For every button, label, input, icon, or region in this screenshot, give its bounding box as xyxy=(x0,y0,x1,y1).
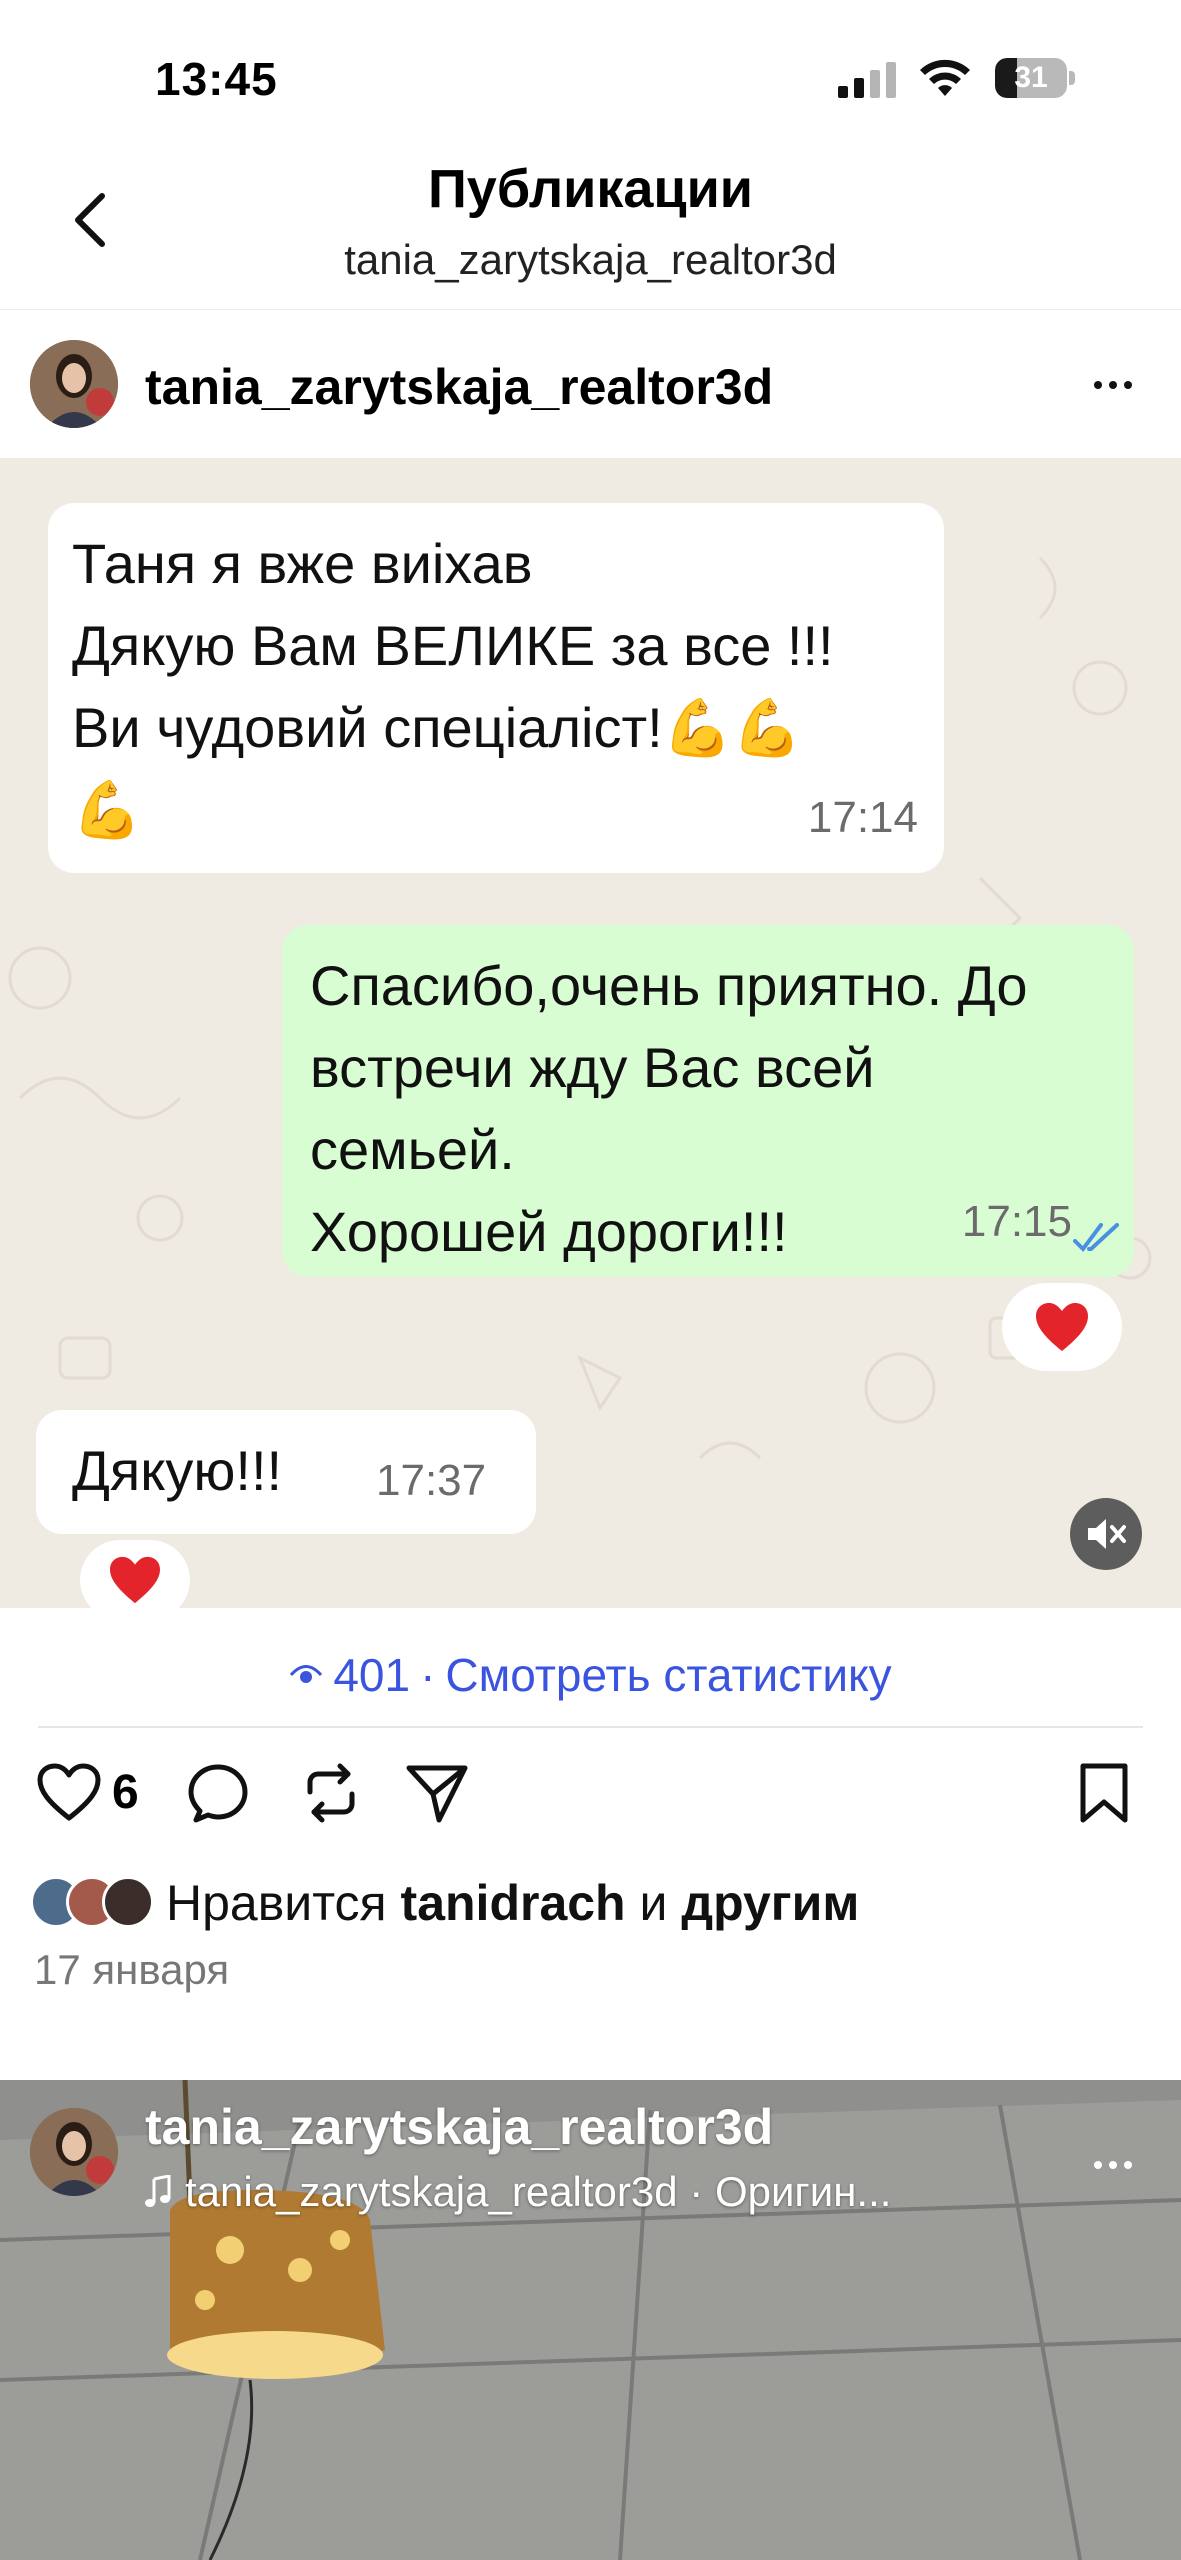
more-icon[interactable] xyxy=(1083,360,1143,410)
post-username[interactable]: tania_zarytskaja_realtor3d xyxy=(145,358,773,416)
repost-button[interactable] xyxy=(300,1762,362,1824)
reaction-badge xyxy=(80,1540,190,1608)
heart-icon xyxy=(37,1763,101,1821)
more-icon[interactable] xyxy=(1083,2140,1143,2190)
divider xyxy=(38,1726,1143,1728)
views-row: 401 · Смотреть статистику xyxy=(0,1608,1181,1728)
avatar xyxy=(102,1876,154,1928)
repost-icon xyxy=(307,1763,355,1823)
message-time: 17:15 xyxy=(961,1197,1072,1246)
music-note-icon xyxy=(145,2175,171,2207)
avatar[interactable] xyxy=(30,2108,118,2196)
likes-others-link[interactable]: другим xyxy=(681,1875,859,1931)
likes-prefix: Нравится xyxy=(166,1875,387,1931)
nav-header: Публикации tania_zarytskaja_realtor3d xyxy=(0,140,1181,310)
status-time: 13:45 xyxy=(155,53,278,105)
reel-username[interactable]: tania_zarytskaja_realtor3d xyxy=(145,2098,773,2156)
battery-icon: 31 xyxy=(995,58,1075,98)
views-count: 401 xyxy=(333,1649,411,1701)
liker-avatars xyxy=(30,1876,160,1930)
status-bar: 13:45 31 xyxy=(0,0,1181,130)
heart-reaction-icon xyxy=(110,1556,160,1604)
post-header: tania_zarytskaja_realtor3d xyxy=(0,320,1181,450)
view-stats-link[interactable]: 401 · Смотреть статистику xyxy=(289,1648,892,1702)
mute-icon xyxy=(1088,1519,1126,1549)
post-date: 17 января xyxy=(34,1946,230,1993)
chat-message-incoming: Дякую!!! 17:37 xyxy=(36,1410,536,1534)
likes-conj: и xyxy=(639,1875,668,1931)
liker-username[interactable]: tanidrach xyxy=(401,1875,626,1931)
wifi-icon xyxy=(920,59,970,96)
chat-message-outgoing: Спасибо,очень приятно. До встречи жду Ва… xyxy=(282,925,1134,1277)
share-icon xyxy=(406,1765,468,1823)
page-title: Публикации xyxy=(427,159,753,219)
next-reel[interactable]: tania_zarytskaja_realtor3d tania_zarytsk… xyxy=(0,2080,1181,2560)
likes-summary: Нравится tanidrach и другим xyxy=(166,1874,859,1932)
heart-reaction-icon xyxy=(1036,1303,1088,1351)
message-text: Таня я вже виіхав Дякую Вам ВЕЛИКЕ за вс… xyxy=(72,532,834,841)
reaction-badge xyxy=(1002,1283,1122,1371)
eye-icon xyxy=(290,1665,323,1683)
save-button[interactable] xyxy=(1078,1762,1130,1824)
page-subtitle: tania_zarytskaja_realtor3d xyxy=(344,236,837,283)
comment-icon xyxy=(188,1764,248,1823)
views-link-label: Смотреть статистику xyxy=(445,1649,892,1701)
battery-level: 31 xyxy=(1014,61,1048,94)
like-button[interactable]: 6 xyxy=(36,1762,139,1822)
message-time: 17:14 xyxy=(807,793,918,842)
avatar[interactable] xyxy=(30,340,118,428)
views-separator: · xyxy=(420,1649,436,1701)
action-bar: 6 xyxy=(0,1752,1181,1852)
chat-message-incoming: Таня я вже виіхав Дякую Вам ВЕЛИКЕ за вс… xyxy=(48,503,944,873)
mute-button[interactable] xyxy=(1070,1498,1142,1570)
message-time: 17:37 xyxy=(376,1456,487,1505)
bookmark-icon xyxy=(1080,1763,1128,1823)
reel-audio-label: tania_zarytskaja_realtor3d · Оригин... xyxy=(185,2168,892,2215)
share-button[interactable] xyxy=(405,1762,469,1824)
comment-button[interactable] xyxy=(186,1762,250,1824)
signal-icon xyxy=(838,62,896,98)
reel-audio[interactable]: tania_zarytskaja_realtor3d · Оригин... xyxy=(145,2168,891,2216)
likes-row[interactable]: Нравится tanidrach и другим xyxy=(0,1868,1181,1938)
post-media[interactable]: Таня я вже виіхав Дякую Вам ВЕЛИКЕ за вс… xyxy=(0,458,1181,1608)
like-count: 6 xyxy=(112,1765,139,1819)
double-check-icon xyxy=(1073,1223,1119,1253)
